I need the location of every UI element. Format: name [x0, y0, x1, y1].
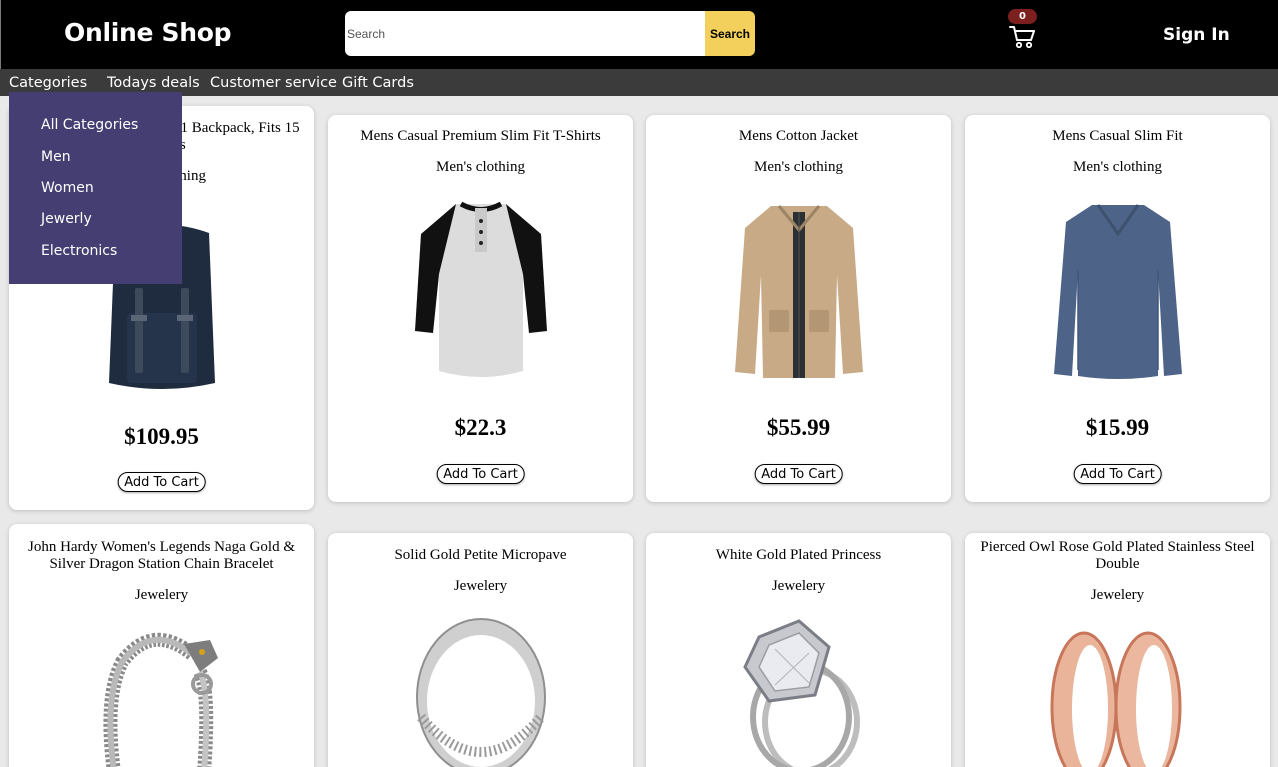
add-to-cart-button[interactable]: Add To Cart — [754, 464, 843, 484]
header-bar: Online Shop Search 0 Sign In — [0, 0, 1278, 69]
add-to-cart-button[interactable]: Add To Cart — [117, 472, 206, 492]
bracelet-image — [102, 632, 218, 767]
product-card: Solid Gold Petite Micropave Jewelery — [328, 533, 633, 767]
product-category: Men's clothing — [754, 159, 843, 175]
product-title[interactable]: Solid Gold Petite Micropave — [332, 547, 629, 564]
nav-item-gift-cards[interactable]: Gift Cards — [342, 75, 414, 91]
cart-count-badge: 0 — [1008, 9, 1037, 24]
product-category: Men's clothing — [1073, 159, 1162, 175]
dropdown-item-jewerly[interactable]: Jewerly — [41, 211, 92, 227]
product-category: Jewelery — [1090, 587, 1145, 603]
rose-gold-rings-image — [1050, 631, 1181, 767]
silver-ring-image — [415, 618, 546, 767]
product-card: John Hardy Women's Legends Naga Gold & S… — [9, 524, 314, 767]
long-sleeve-shirt-image — [1053, 204, 1182, 379]
nav-bar: Categories Todays deals Customer service… — [0, 69, 1278, 96]
add-to-cart-button[interactable]: Add To Cart — [436, 464, 525, 484]
categories-dropdown: All Categories Men Women Jewerly Electro… — [9, 92, 182, 284]
product-price: $15.99 — [1085, 415, 1150, 440]
product-card: White Gold Plated Princess Jewelery — [646, 533, 951, 767]
product-title[interactable]: Mens Casual Slim Fit — [969, 128, 1266, 145]
product-price: $22.3 — [454, 415, 507, 440]
product-card: Mens Casual Slim Fit Men's clothing $15.… — [965, 115, 1270, 502]
product-card: Mens Casual Premium Slim Fit T-Shirts Me… — [328, 115, 633, 502]
product-title[interactable]: White Gold Plated Princess — [650, 547, 947, 564]
t-shirt-image — [414, 201, 547, 377]
product-category: Men's clothing — [436, 159, 525, 175]
search-input[interactable] — [345, 11, 705, 56]
logo[interactable]: Online Shop — [64, 18, 232, 47]
cart-icon[interactable] — [1008, 24, 1038, 50]
product-title[interactable]: John Hardy Women's Legends Naga Gold & S… — [13, 539, 310, 573]
nav-item-categories[interactable]: Categories — [9, 75, 87, 91]
diamond-ring-image — [742, 619, 860, 767]
sign-in-link[interactable]: Sign In — [1163, 25, 1230, 45]
product-category: Jewelery — [453, 578, 508, 594]
product-price: $109.95 — [124, 424, 199, 449]
nav-item-todays-deals[interactable]: Todays deals — [107, 75, 200, 91]
product-category: Jewelery — [771, 578, 826, 594]
dropdown-item-all-categories[interactable]: All Categories — [41, 117, 138, 133]
dropdown-item-electronics[interactable]: Electronics — [41, 243, 117, 259]
product-title[interactable]: Mens Casual Premium Slim Fit T-Shirts — [332, 128, 629, 145]
search-button[interactable]: Search — [705, 11, 755, 56]
product-title[interactable]: Mens Cotton Jacket — [650, 128, 947, 145]
product-card: Pierced Owl Rose Gold Plated Stainless S… — [965, 533, 1270, 767]
search-box: Search — [345, 11, 755, 56]
dropdown-item-men[interactable]: Men — [41, 149, 71, 165]
product-title[interactable]: Pierced Owl Rose Gold Plated Stainless S… — [969, 539, 1266, 573]
add-to-cart-button[interactable]: Add To Cart — [1073, 464, 1162, 484]
product-card: Mens Cotton Jacket Men's clothing $55.99… — [646, 115, 951, 502]
jacket-image — [734, 205, 863, 378]
nav-item-customer-service[interactable]: Customer service — [210, 75, 337, 91]
product-category: Jewelery — [134, 587, 189, 603]
product-price: $55.99 — [766, 415, 831, 440]
dropdown-item-women[interactable]: Women — [41, 180, 94, 196]
